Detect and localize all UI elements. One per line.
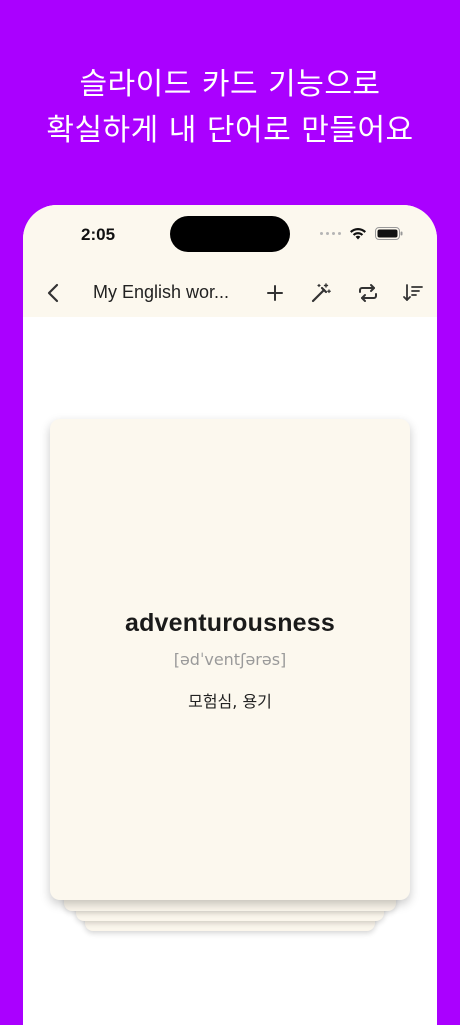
- repeat-icon: [359, 284, 377, 302]
- card-phonetic: [ədˈventʃərəs]: [173, 650, 287, 669]
- wifi-icon: [350, 228, 366, 240]
- promo-line-2: 확실하게 내 단어로 만들어요: [46, 113, 414, 148]
- nav-bar: My English wor...: [23, 273, 437, 313]
- battery-icon: [375, 227, 403, 240]
- sort-button[interactable]: [399, 279, 427, 307]
- signal-dots-icon: [320, 232, 341, 235]
- promo-line-1: 슬라이드 카드 기능으로: [79, 67, 381, 102]
- magic-button[interactable]: [307, 279, 335, 307]
- sort-icon: [403, 284, 423, 301]
- promo-headline: 슬라이드 카드 기능으로 확실하게 내 단어로 만들어요: [0, 62, 460, 154]
- dynamic-island: [170, 216, 290, 252]
- page-title: My English wor...: [93, 282, 230, 302]
- repeat-button[interactable]: [354, 279, 382, 307]
- add-button[interactable]: [261, 279, 289, 307]
- plus-icon: [267, 285, 283, 301]
- chevron-left-icon: [47, 283, 59, 303]
- card-meaning: 모험심, 용기: [188, 692, 272, 711]
- top-bar: 2:05 My English wor...: [23, 205, 437, 317]
- magic-wand-icon: [311, 283, 331, 303]
- status-icons: [320, 227, 403, 240]
- flash-card[interactable]: adventurousness [ədˈventʃərəs] 모험심, 용기: [50, 419, 410, 900]
- back-button[interactable]: [39, 279, 67, 307]
- card-word: adventurousness: [124, 609, 335, 637]
- status-time: 2:05: [81, 225, 116, 244]
- phone-screen: 2:05 My English wor... adventurousness […: [23, 205, 437, 1025]
